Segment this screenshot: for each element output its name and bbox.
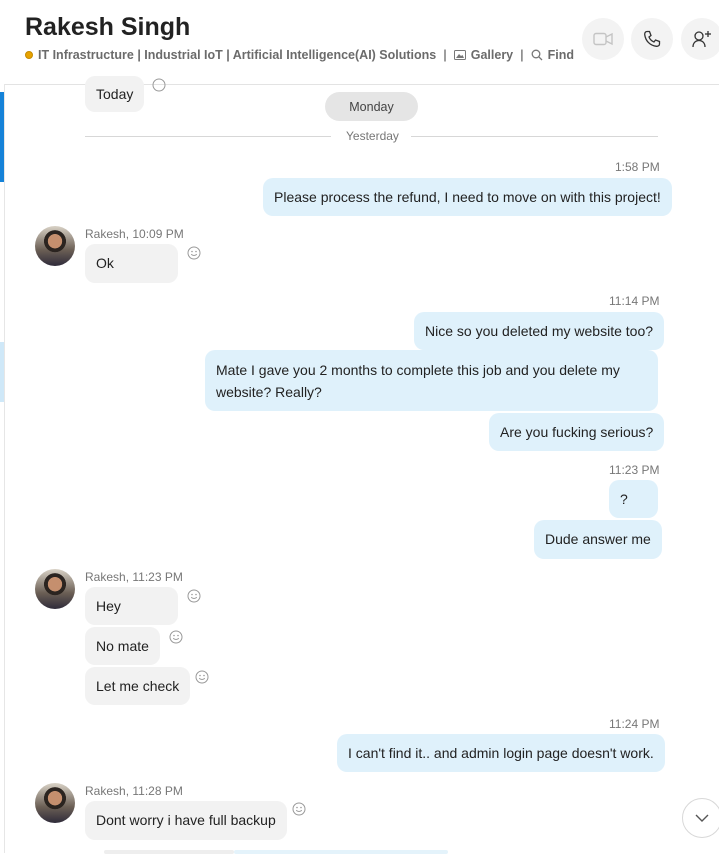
mood-message: IT Infrastructure | Industrial IoT | Art… [38,48,437,62]
message-bubble[interactable]: Are you fucking serious? [489,413,665,451]
audio-call-button[interactable] [631,18,673,60]
message-bubble[interactable]: I can't find it.. and admin login page d… [337,734,665,772]
message-bubble[interactable]: Dont worry i have full backup [85,801,287,840]
message-bubble[interactable]: Mate I gave you 2 months to complete thi… [205,350,658,411]
date-pill: Monday [325,92,418,121]
smiley-react-icon[interactable] [187,589,201,603]
find-icon [531,49,543,61]
message-time: 11:14 PM [609,294,660,308]
smiley-react-icon[interactable] [169,630,183,644]
day-divider-label: Yesterday [346,129,399,143]
mood-status-icon [25,51,33,59]
message-time: 11:24 PM [609,717,660,731]
add-people-button[interactable] [681,18,719,60]
smiley-react-icon[interactable] [195,670,209,684]
divider-line [85,136,331,137]
message-line: Mate I gave you 2 months to complete thi… [216,362,620,378]
header-subline: IT Infrastructure | Industrial IoT | Art… [25,48,574,62]
avatar[interactable] [35,226,75,266]
message-bubble[interactable]: No mate [85,627,160,665]
video-call-button[interactable] [582,18,624,60]
sender-time: Rakesh, 11:23 PM [85,570,183,584]
message-time: 11:23 PM [609,463,660,477]
audio-call-icon [644,30,661,47]
message-bubble[interactable]: Nice so you deleted my website too? [414,312,665,350]
sender-time: Rakesh, 10:09 PM [85,227,184,241]
message-line: website? Really? [216,384,322,400]
smiley-react-icon[interactable] [292,802,306,816]
separator: | [520,48,524,62]
message-bubble[interactable]: Dude answer me [534,520,662,559]
gallery-link[interactable]: Gallery [453,48,514,62]
contact-name[interactable]: Rakesh Singh [25,13,190,42]
gallery-label: Gallery [470,48,514,62]
gallery-icon [453,50,466,60]
find-link[interactable]: Find [531,48,574,62]
message-bubble[interactable]: Hey [85,587,178,625]
smiley-react-icon[interactable] [187,246,201,260]
chat-header: Rakesh Singh IT Infrastructure | Industr… [0,0,719,85]
video-call-icon [593,32,613,46]
message-bubble[interactable]: Let me check [85,667,191,705]
separator: | [443,48,447,62]
conversation-area[interactable]: Today Monday Yesterday 1:58 PM Please pr… [4,76,719,854]
next-message-partial [104,850,234,854]
scroll-to-bottom-button[interactable] [682,798,719,838]
message-bubble[interactable]: Please process the refund, I need to mov… [263,178,672,216]
sender-time: Rakesh, 11:28 PM [85,784,183,798]
next-message-partial [234,850,448,854]
message-bubble[interactable]: Today [85,76,145,112]
add-people-icon [692,31,711,48]
scroll-down-icon [695,814,709,822]
smiley-react-icon[interactable] [152,78,166,92]
message-bubble[interactable]: ? [609,480,658,518]
message-time: 1:58 PM [615,160,660,174]
message-bubble[interactable]: Ok [85,244,178,283]
avatar[interactable] [35,783,75,823]
find-label: Find [547,48,575,62]
avatar[interactable] [35,569,75,609]
divider-line [411,136,658,137]
